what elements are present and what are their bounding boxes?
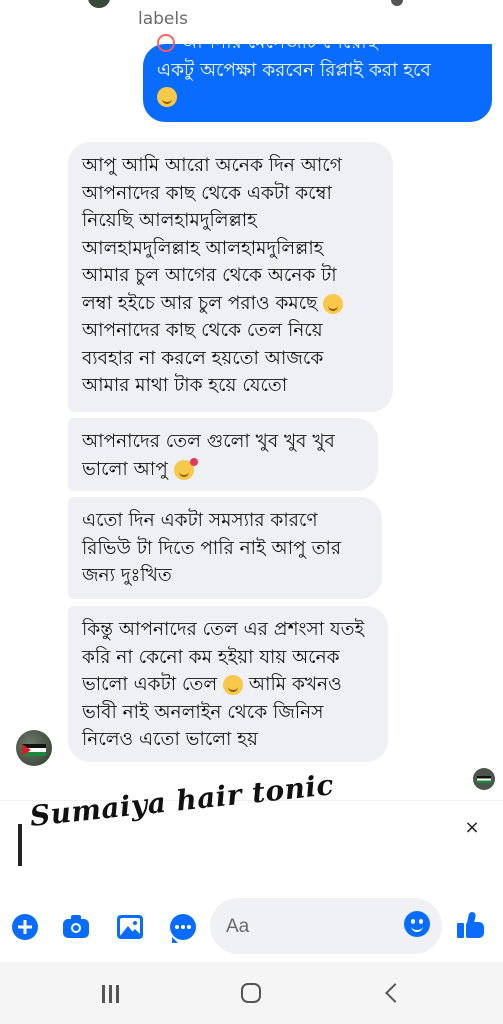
home-icon[interactable] xyxy=(241,983,261,1003)
previous-sender-avatar xyxy=(88,0,110,8)
message-line: ভালো একটা তেল xyxy=(82,674,218,695)
recent-apps-icon[interactable] xyxy=(100,985,122,1003)
message-line: ব্যবহার না করলে হয়তো আজকে xyxy=(82,347,324,369)
message-line: নিয়েছি আলহামদুলিল্লাহ xyxy=(82,210,257,231)
incoming-message-bubble[interactable]: কিন্তু আপনাদের তেল এর প্রশংসা যতই করি না… xyxy=(68,606,388,762)
reply-indicator-bar xyxy=(18,824,22,866)
message-input[interactable] xyxy=(224,898,388,956)
message-line: জন্য দুঃখিত xyxy=(82,565,172,586)
smiling-emoji-icon xyxy=(323,293,344,314)
incoming-message-bubble[interactable]: আপনাদের তেল গুলো খুব খুব খুব ভালো আপু xyxy=(68,418,378,491)
message-line: আলহামদুলিল্লাহ আলহামদুলিল্লাহ xyxy=(82,237,324,259)
outgoing-message-bubble[interactable]: আপনার মেসেজটি পেয়েছি একটু অপেক্ষা করবেন… xyxy=(143,32,492,122)
outgoing-cut-off-line: আপনার মেসেজটি পেয়েছি xyxy=(157,30,482,56)
previous-message-label: labels xyxy=(138,9,188,29)
camera-icon[interactable] xyxy=(63,914,89,940)
thumbs-up-icon[interactable] xyxy=(457,911,485,939)
message-line: ভালো আপু xyxy=(82,458,168,480)
smiling-hearts-emoji-icon xyxy=(173,457,198,480)
seen-avatar xyxy=(473,768,495,790)
message-line: আপনাদের কাছ থেকে তেল নিয়ে xyxy=(82,320,323,341)
message-line: এতো দিন একটা সমস্যার কারণে xyxy=(82,510,318,531)
flag-icon xyxy=(477,776,491,783)
plus-icon[interactable] xyxy=(12,914,38,940)
message-line: করি না কেনো কম হইয়া যায় অনেক xyxy=(82,646,340,668)
message-line: আমার মাথা টাক হয়ে যেতো xyxy=(82,375,288,396)
flag-icon xyxy=(22,744,46,756)
message-line: ভাবী নাই অনলাইন থেকে জিনিস xyxy=(82,701,324,723)
smiley-icon[interactable] xyxy=(404,911,430,937)
outgoing-message-text: একটু অপেক্ষা করবেন রিপ্লাই করা হবে xyxy=(157,60,431,81)
message-line: আপনাদের কাছ থেকে একটা কম্বো xyxy=(82,182,332,204)
photo-icon[interactable] xyxy=(117,914,143,940)
message-line: নিলেও এতো ভালো হয় xyxy=(82,729,258,750)
message-line: আমি কখনও xyxy=(248,674,342,695)
no-entry-emoji-icon xyxy=(157,34,175,52)
close-icon[interactable]: × xyxy=(462,818,482,838)
chat-dots-icon[interactable] xyxy=(170,914,196,943)
message-line: লম্বা হইচে আর চুল পরাও কমছে xyxy=(82,292,318,314)
sender-avatar[interactable] xyxy=(16,730,52,766)
message-line: কিন্তু আপনাদের তেল এর প্রশংসা যতই xyxy=(82,619,365,640)
hugging-face-emoji-icon xyxy=(157,87,177,107)
message-line: আপনাদের তেল গুলো খুব খুব খুব xyxy=(82,431,335,452)
message-line: রিভিউ টা দিতে পারি নাই আপু তার xyxy=(82,537,341,559)
incoming-message-bubble[interactable]: আপু আমি আরো অনেক দিন আগে আপনাদের কাছ থেক… xyxy=(68,142,393,412)
incoming-message-bubble[interactable]: এতো দিন একটা সমস্যার কারণে রিভিউ টা দিতে… xyxy=(68,497,382,599)
message-line: আমার চুল আগের থেকে অনেক টা xyxy=(82,265,337,286)
previous-read-receipt xyxy=(391,0,403,6)
smiling-emoji-icon xyxy=(223,675,244,695)
message-line: আপু আমি আরো অনেক দিন আগে xyxy=(82,155,342,176)
